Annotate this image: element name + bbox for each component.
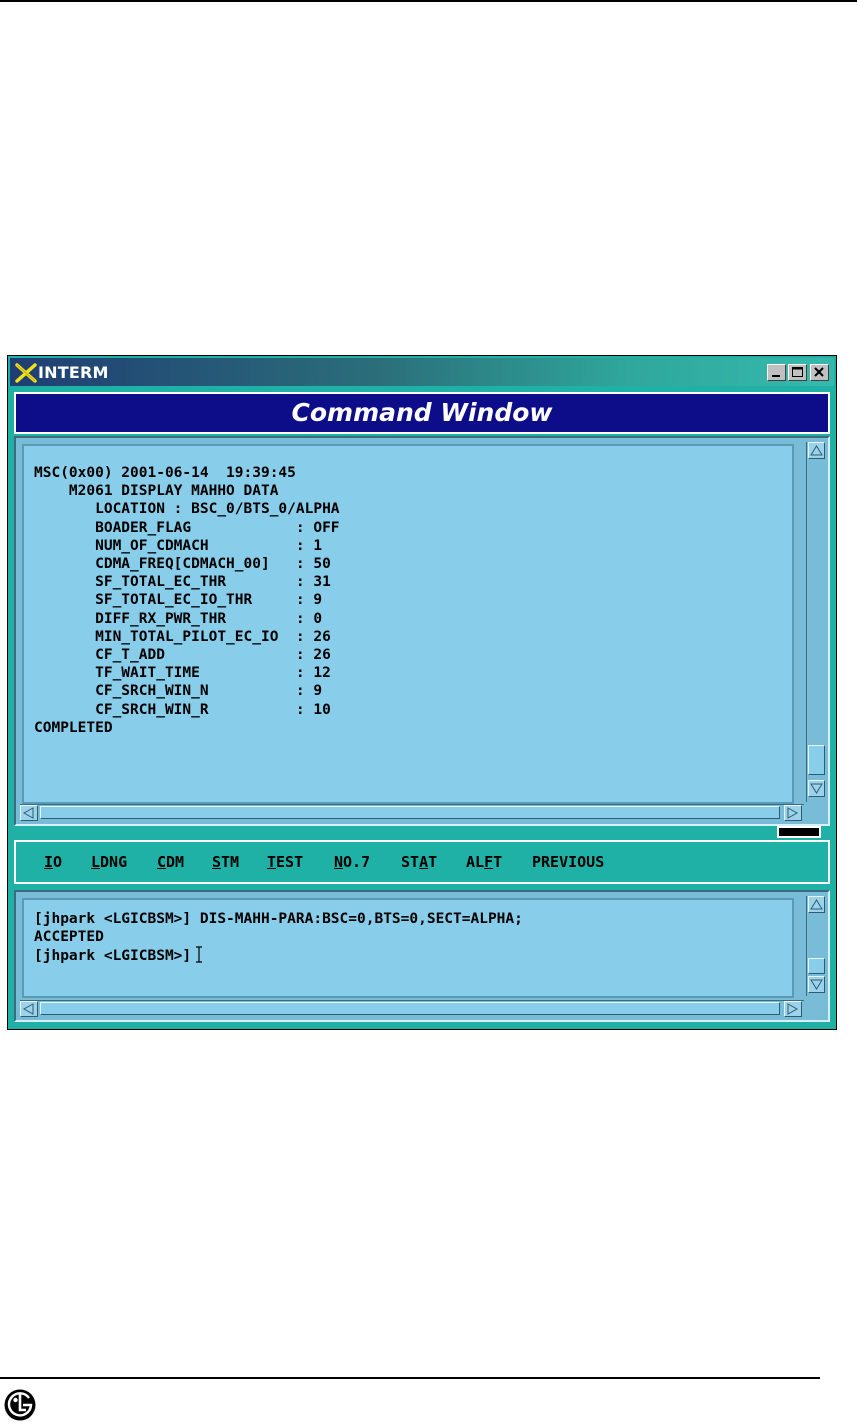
output-line: MIN_TOTAL_PILOT_EC_IO : 26: [34, 628, 331, 645]
arrow-down-icon: [810, 783, 823, 794]
output-pane: MSC(0x00) 2001-06-14 19:39:45 M2061 DISP…: [14, 436, 830, 826]
scroll-left-button[interactable]: [20, 805, 38, 821]
close-icon: [814, 367, 824, 377]
command-window-header: Command Window: [14, 392, 830, 434]
input-pane: [jhpark <LGICBSM>] DIS-MAHH-PARA:BSC=0,B…: [14, 890, 830, 1022]
output-horizontal-scrollbar[interactable]: [20, 804, 804, 822]
page-bottom-rule: [0, 1377, 820, 1379]
page-top-rule: [0, 0, 857, 2]
output-line: TF_WAIT_TIME : 12: [34, 665, 331, 682]
scroll-down-button[interactable]: [808, 780, 825, 797]
arrow-right-icon: [787, 1003, 799, 1015]
output-line: CDMA_FREQ[CDMACH_00] : 50: [34, 556, 331, 573]
lg-logo-icon: [4, 1389, 36, 1421]
window-title: INTERM: [38, 363, 109, 382]
menu-item-test[interactable]: TEST: [267, 853, 303, 871]
title-bar[interactable]: INTERM: [10, 358, 834, 386]
menu-item-stm[interactable]: STM: [212, 853, 239, 871]
input-horizontal-scrollbar[interactable]: [20, 1000, 804, 1018]
prompt-text: [jhpark <LGICBSM>]: [34, 948, 192, 965]
output-line: M2061 DISPLAY MAHHO DATA: [34, 483, 279, 500]
menu-item-stat[interactable]: STAT: [401, 853, 437, 871]
output-line: BOADER_FLAG : OFF: [34, 519, 340, 536]
arrow-left-icon: [22, 807, 34, 819]
menu-item-no7[interactable]: NO.7: [334, 853, 370, 871]
pane-resize-sash[interactable]: [777, 826, 821, 838]
output-line: CF_SRCH_WIN_R : 10: [34, 701, 331, 718]
input-vertical-thumb[interactable]: [808, 958, 825, 974]
command-input-area[interactable]: [jhpark <LGICBSM>] DIS-MAHH-PARA:BSC=0,B…: [22, 898, 794, 998]
maximize-icon: [792, 367, 803, 377]
maximize-button[interactable]: [788, 364, 807, 381]
output-line: SF_TOTAL_EC_IO_THR : 9: [34, 592, 323, 609]
input-vertical-scrollbar[interactable]: [806, 896, 826, 996]
output-vertical-scrollbar[interactable]: [806, 442, 826, 802]
output-line: CF_SRCH_WIN_N : 9: [34, 683, 323, 700]
arrow-up-icon: [810, 899, 823, 910]
menu-item-ldng[interactable]: LDNG: [91, 853, 127, 871]
output-line: LOCATION : BSC_0/BTS_0/ALPHA: [34, 501, 340, 518]
output-line: NUM_OF_CDMACH : 1: [34, 537, 323, 554]
input-horizontal-thumb[interactable]: [40, 1002, 780, 1015]
arrow-right-icon: [787, 807, 799, 819]
input-scroll-left-button[interactable]: [20, 1001, 38, 1017]
command-menu-bar: IO LDNG CDM STM TEST NO.7 STAT ALFT PREVIOUS: [14, 840, 830, 884]
output-line: DIFF_RX_PWR_THR : 0: [34, 610, 323, 627]
input-prompt-line[interactable]: [jhpark <LGICBSM>]: [34, 946, 792, 965]
scroll-up-button[interactable]: [808, 442, 825, 459]
output-line: CF_T_ADD : 26: [34, 647, 331, 664]
menu-item-io[interactable]: IO: [44, 853, 62, 871]
input-scroll-right-button[interactable]: [784, 1001, 802, 1017]
interm-window: INTERM Command Window MSC(0x00) 2001-06-…: [7, 355, 837, 1030]
input-scroll-up-button[interactable]: [808, 896, 825, 913]
output-horizontal-thumb[interactable]: [40, 806, 780, 819]
input-history-line: [jhpark <LGICBSM>] DIS-MAHH-PARA:BSC=0,B…: [34, 911, 523, 927]
output-line: SF_TOTAL_EC_THR : 31: [34, 574, 331, 591]
output-text: MSC(0x00) 2001-06-14 19:39:45 M2061 DISP…: [22, 444, 794, 804]
menu-item-previous[interactable]: PREVIOUS: [532, 853, 604, 871]
arrow-up-icon: [810, 445, 823, 456]
menu-item-alft[interactable]: ALFT: [466, 853, 502, 871]
input-scroll-down-button[interactable]: [808, 976, 825, 993]
minimize-button[interactable]: [767, 364, 786, 381]
text-cursor-icon: [196, 946, 203, 964]
arrow-left-icon: [22, 1003, 34, 1015]
menu-item-cdm[interactable]: CDM: [157, 853, 184, 871]
output-vertical-thumb[interactable]: [808, 745, 825, 775]
output-line: MSC(0x00) 2001-06-14 19:39:45: [34, 465, 296, 481]
input-history-line: ACCEPTED: [34, 929, 104, 946]
close-button[interactable]: [810, 364, 829, 381]
x-logo-icon: [15, 363, 37, 383]
scroll-right-button[interactable]: [784, 805, 802, 821]
output-line: COMPLETED: [34, 719, 113, 736]
minimize-icon: [772, 375, 780, 377]
arrow-down-icon: [810, 979, 823, 990]
